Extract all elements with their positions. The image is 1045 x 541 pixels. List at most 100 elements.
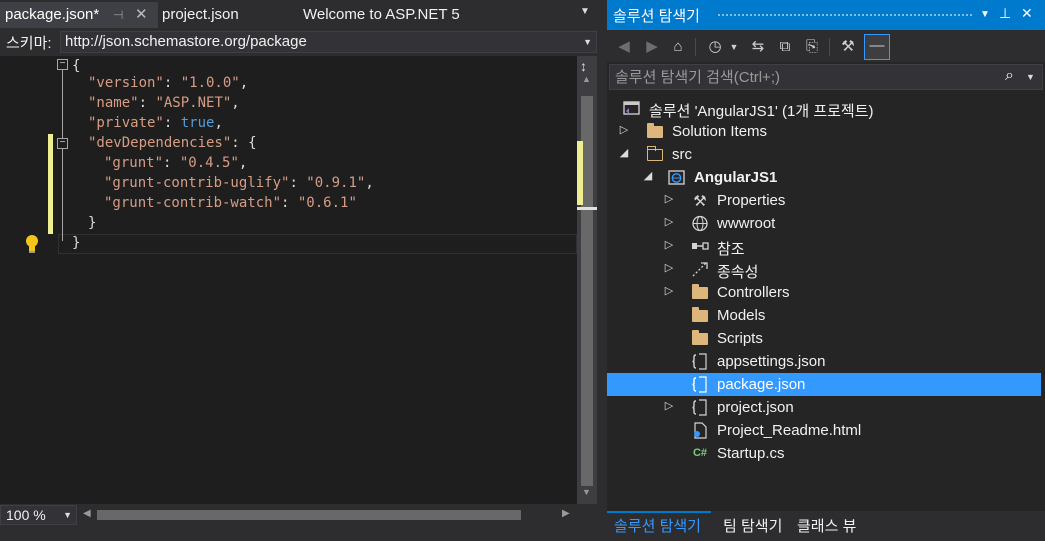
tab-package-json[interactable]: package.json* ⊣ ✕ <box>0 2 158 28</box>
tree-node-readme-html[interactable]: Project_Readme.html <box>607 419 1041 442</box>
tree-node-label: Startup.cs <box>717 445 785 462</box>
expand-arrow-icon[interactable]: ▷ <box>663 238 675 251</box>
schema-dropdown[interactable]: http://json.schemastore.org/package ▼ <box>60 31 597 53</box>
forward-icon[interactable]: ▶ <box>641 36 663 58</box>
solution-tree[interactable]: 솔루션 'AngularJS1' (1개 프로젝트) ▷ Solution It… <box>607 95 1045 510</box>
expand-arrow-icon[interactable]: ▷ <box>663 284 675 297</box>
preview-selected-items-icon[interactable]: — <box>864 34 890 60</box>
tab-team-explorer[interactable]: 팀 탐색기 <box>723 515 782 536</box>
chevron-down-icon[interactable]: ▼ <box>583 37 592 47</box>
folder-open-icon <box>646 146 664 163</box>
chevron-down-icon[interactable]: ▼ <box>63 510 72 520</box>
drag-grip[interactable] <box>717 13 973 18</box>
folder-icon <box>691 284 709 301</box>
lightbulb-icon[interactable] <box>24 234 40 254</box>
dependencies-icon <box>692 262 708 277</box>
tree-node-label: Models <box>717 307 766 324</box>
tree-node-label: Scripts <box>717 330 763 347</box>
home-icon[interactable]: ⌂ <box>667 36 689 58</box>
tree-node-label: 솔루션 'AngularJS1' (1개 프로젝트) <box>649 103 874 120</box>
fold-collapse-icon[interactable]: − <box>57 59 68 70</box>
tab-label: package.json* <box>5 6 100 23</box>
code-line: "grunt": "0.4.5", <box>104 155 248 171</box>
show-all-files-icon[interactable]: ⎘ <box>801 36 823 58</box>
collapse-arrow-icon[interactable]: ◢ <box>642 169 654 182</box>
pin-icon[interactable]: ⊣ <box>113 2 123 28</box>
solution-explorer-toolbar: ◀ ▶ ⌂ ◷ ▼ ⇆ ⧉ ⎘ ⚒ — <box>607 30 1045 62</box>
back-icon[interactable]: ◀ <box>613 36 635 58</box>
tree-node-scripts[interactable]: Scripts <box>607 327 1041 350</box>
code-editor[interactable]: − − { "version": "1.0.0", "name": "ASP.N… <box>0 56 577 504</box>
code-line: } <box>88 215 97 231</box>
expand-arrow-icon[interactable]: ▷ <box>663 399 675 412</box>
scroll-down-icon[interactable]: ▼ <box>582 487 591 497</box>
tab-overflow-dropdown-icon[interactable]: ▼ <box>580 6 590 17</box>
solution-explorer: 솔루션 탐색기 ▼ ⊥ ✕ ◀ ▶ ⌂ ◷ ▼ ⇆ ⧉ ⎘ ⚒ — ⌕ ▼ 솔루… <box>607 0 1045 541</box>
tree-node-label: package.json <box>717 376 806 393</box>
close-icon[interactable]: ✕ <box>135 2 148 28</box>
active-tab-indicator <box>607 511 711 513</box>
pin-icon[interactable]: ⊥ <box>999 5 1011 22</box>
tree-node-controllers[interactable]: ▷ Controllers <box>607 281 1041 304</box>
collapse-arrow-icon[interactable]: ◢ <box>618 146 630 159</box>
code-line: { <box>72 58 81 74</box>
expand-arrow-icon[interactable]: ▷ <box>618 123 630 136</box>
change-marker <box>577 141 583 205</box>
dropdown-icon[interactable]: ▼ <box>980 9 990 20</box>
tree-node-models[interactable]: Models <box>607 304 1041 327</box>
tree-node-label: Controllers <box>717 284 790 301</box>
tab-project-json[interactable]: project.json <box>156 2 245 28</box>
close-icon[interactable]: ✕ <box>1021 5 1033 22</box>
expand-arrow-icon[interactable]: ▷ <box>663 215 675 228</box>
schema-value: http://json.schemastore.org/package <box>65 33 307 50</box>
current-line-highlight <box>58 234 577 254</box>
document-tab-strip: package.json* ⊣ ✕ project.json Welcome t… <box>0 0 601 30</box>
csharp-file-icon: C# <box>692 447 708 459</box>
tree-node-wwwroot[interactable]: ▷ wwwroot <box>607 212 1041 235</box>
vertical-scrollbar[interactable]: ↕ ▲ ▼ <box>577 56 597 504</box>
search-icon[interactable]: ⌕ <box>1005 67 1014 85</box>
scroll-right-icon[interactable]: ▶ <box>562 508 570 519</box>
tab-solution-explorer[interactable]: 솔루션 탐색기 <box>614 515 701 536</box>
expand-arrow-icon[interactable]: ▷ <box>663 192 675 205</box>
folder-icon <box>691 307 709 324</box>
properties-wrench-icon[interactable]: ⚒ <box>837 36 859 58</box>
tree-node-label: Project_Readme.html <box>717 422 862 439</box>
tree-node-project[interactable]: ◢ AngularJS1 <box>607 166 1041 189</box>
expand-arrow-icon[interactable]: ▷ <box>663 261 675 274</box>
toolbar-separator <box>695 38 696 56</box>
solution-search-box[interactable]: ⌕ ▼ <box>609 64 1043 90</box>
tree-node-project-json[interactable]: ▷ project.json <box>607 396 1041 419</box>
solution-explorer-titlebar[interactable]: 솔루션 탐색기 ▼ ⊥ ✕ <box>607 0 1045 30</box>
schema-bar: 스키마: http://json.schemastore.org/package… <box>0 30 601 54</box>
collapse-all-icon[interactable]: ⧉ <box>774 36 796 58</box>
tree-node-solution[interactable]: 솔루션 'AngularJS1' (1개 프로젝트) <box>607 97 1041 120</box>
tree-node-appsettings-json[interactable]: appsettings.json <box>607 350 1041 373</box>
tab-welcome[interactable]: Welcome to ASP.NET 5 <box>297 2 466 28</box>
code-line: } <box>72 235 81 251</box>
sync-icon[interactable]: ⇆ <box>747 36 769 58</box>
tree-node-properties[interactable]: ▷ ⚒ Properties <box>607 189 1041 212</box>
tree-node-label: wwwroot <box>717 215 776 232</box>
editor-pane: package.json* ⊣ ✕ project.json Welcome t… <box>0 0 601 541</box>
scroll-up-icon[interactable]: ▲ <box>582 74 591 84</box>
tree-node-label: project.json <box>717 399 794 416</box>
folder-icon <box>646 123 664 140</box>
zoom-dropdown[interactable]: 100 % ▼ <box>0 505 77 525</box>
search-input[interactable] <box>610 65 1000 89</box>
tree-node-startup-cs[interactable]: C# Startup.cs <box>607 442 1041 465</box>
tree-node-solution-items[interactable]: ▷ Solution Items <box>607 120 1041 143</box>
scroll-left-icon[interactable]: ◀ <box>83 508 91 519</box>
tree-node-dependencies[interactable]: ▷ 종속성 <box>607 258 1041 281</box>
chevron-down-icon[interactable]: ▼ <box>1026 72 1035 82</box>
fold-collapse-icon[interactable]: − <box>57 138 68 149</box>
tree-node-package-json[interactable]: package.json <box>607 373 1041 396</box>
code-line: "devDependencies": { <box>88 135 257 151</box>
tree-node-label: AngularJS1 <box>694 169 778 186</box>
split-window-icon[interactable]: ↕ <box>580 58 587 74</box>
tree-node-src[interactable]: ◢ src <box>607 143 1041 166</box>
chevron-down-icon[interactable]: ▼ <box>723 36 745 58</box>
tab-class-view[interactable]: 클래스 뷰 <box>797 515 856 536</box>
tree-node-references[interactable]: ▷ 참조 <box>607 235 1041 258</box>
horizontal-scroll-thumb[interactable] <box>97 510 521 520</box>
